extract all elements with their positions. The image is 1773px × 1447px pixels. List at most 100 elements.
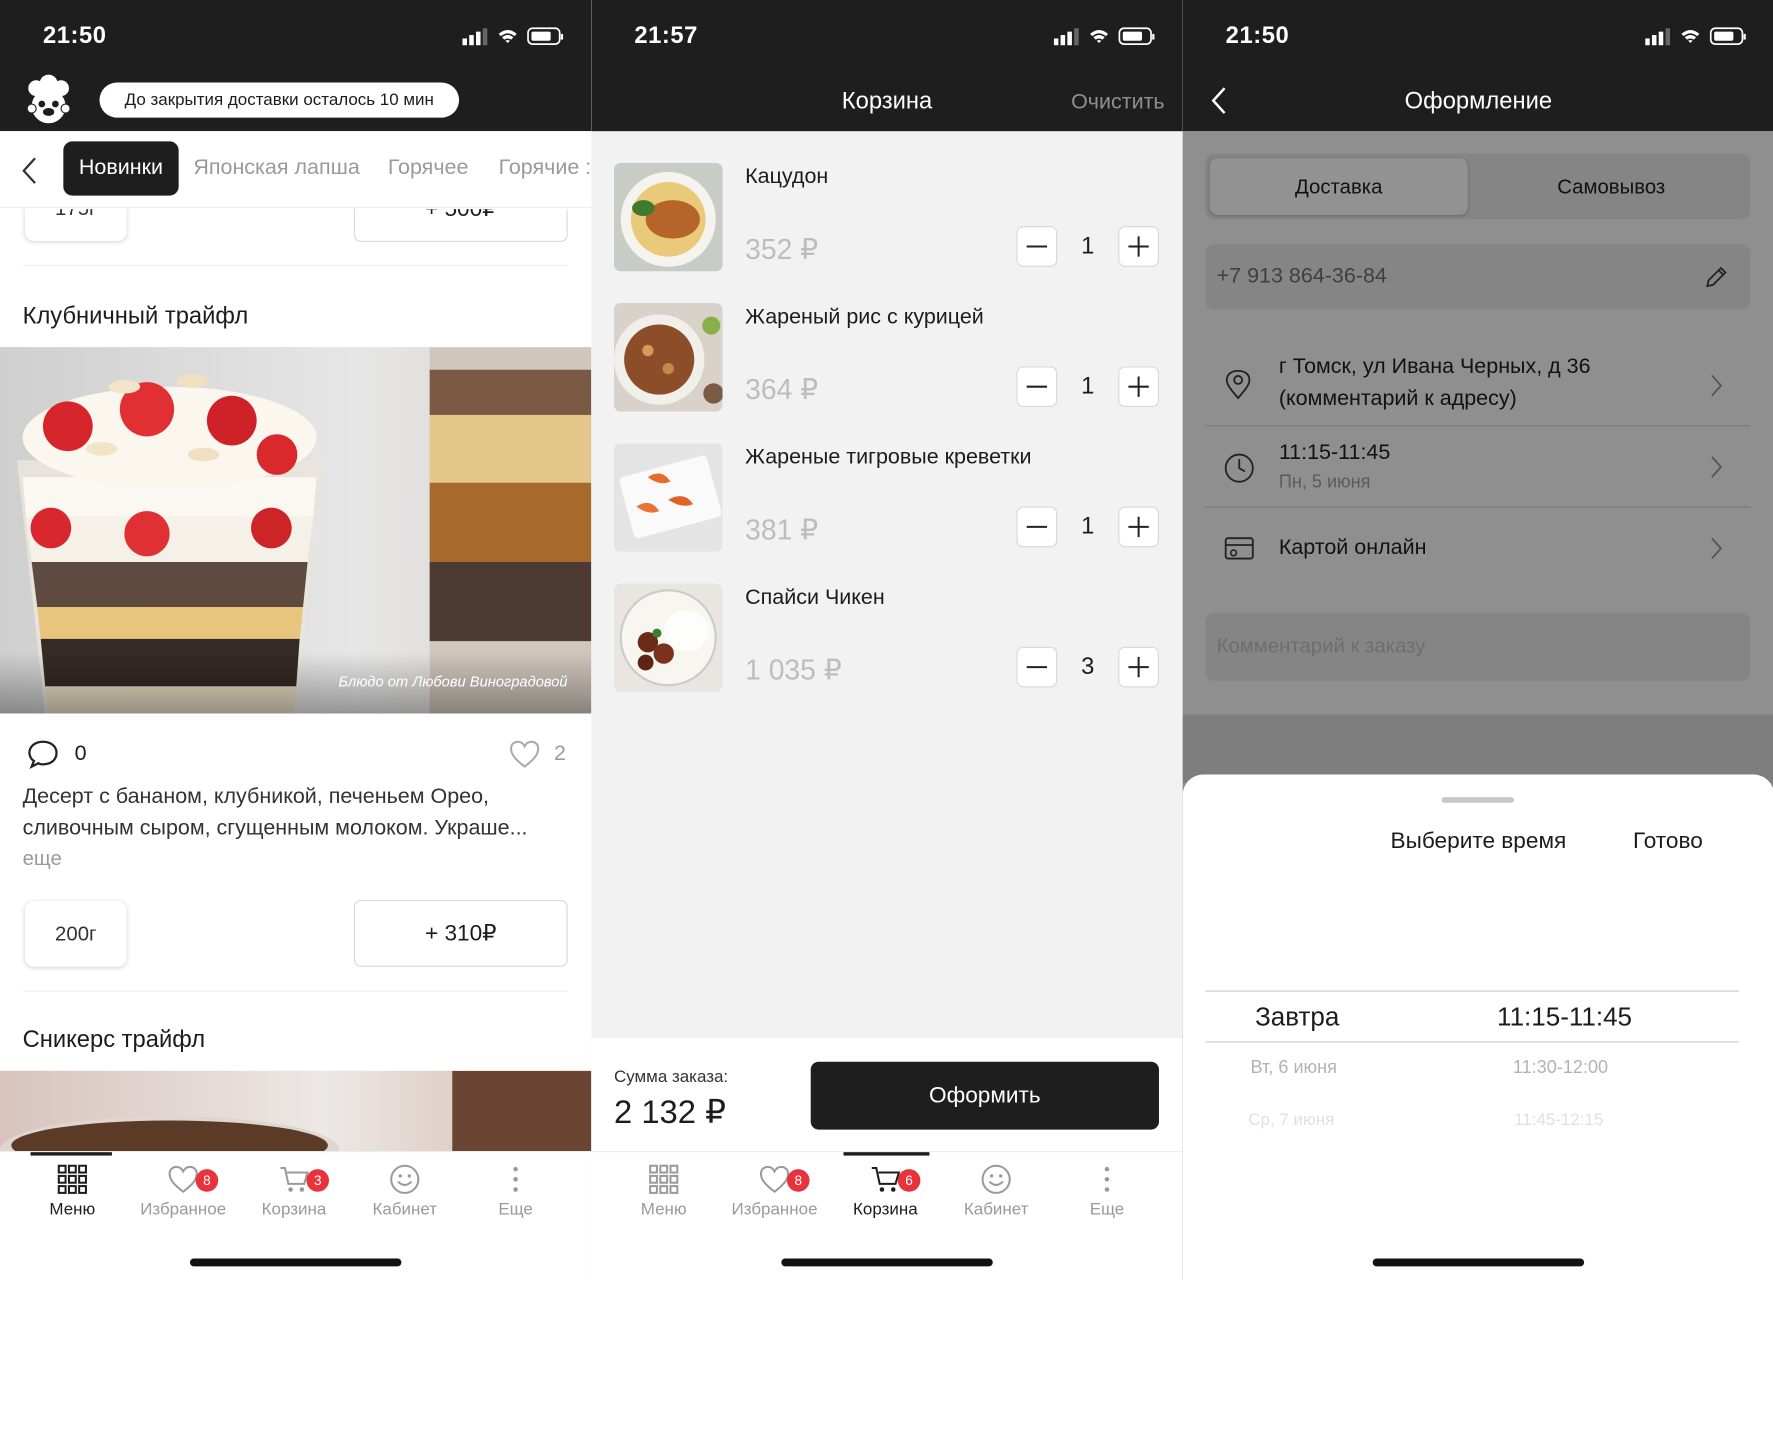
item-name: Жареный рис с курицей [745,305,984,330]
category-tab[interactable]: Горячие : [499,156,592,181]
product-description: Десерт с бананом, клубникой, печеньем Ор… [22,784,528,841]
status-header: 21:50 До закрытия доставки осталось 10 м… [0,0,592,132]
back-chevron-icon[interactable] [20,156,38,185]
product-title: Клубничный трайфл [22,303,249,330]
tab-account[interactable]: Кабинет [349,1163,460,1219]
photo-caption: Блюдо от Любови Виноградовой [338,672,568,690]
home-indicator [189,1258,402,1267]
item-price: 364 ₽ [745,374,819,406]
decrease-button[interactable] [1016,646,1058,688]
increase-button[interactable] [1118,226,1159,267]
tab-more[interactable]: Еще [460,1163,571,1219]
dish-photo-fried-rice[interactable] [613,303,723,412]
status-header: 21:50 Оформление [1182,0,1773,132]
heart-icon[interactable] [509,739,541,768]
item-price: 1 035 ₽ [745,654,842,687]
next-product-photo[interactable] [0,1070,592,1153]
payment-row[interactable]: Картой онлайн [1205,509,1750,588]
cart-badge: 6 [897,1169,921,1192]
product-photo[interactable]: Блюдо от Любови Виноградовой [0,347,592,714]
clear-button[interactable]: Очистить [1071,90,1165,115]
chef-logo-icon[interactable] [23,74,75,125]
time-row[interactable]: 11:15-11:45 Пн, 5 июня [1205,427,1750,506]
increase-button[interactable] [1118,646,1159,688]
tab-cart[interactable]: Корзина 3 [239,1163,350,1219]
decrease-button[interactable] [1016,226,1058,267]
order-footer: Сумма заказа: 2 132 ₽ Оформить [591,1037,1183,1152]
favorites-badge: 8 [786,1169,810,1192]
plus-icon [1128,516,1149,538]
item-qty: 1 [1081,373,1095,400]
tab-account[interactable]: Кабинет [941,1163,1052,1219]
favorites-badge: 8 [195,1169,219,1192]
order-comment-field[interactable]: Комментарий к заказу [1205,612,1751,681]
decrease-button[interactable] [1016,506,1058,548]
category-bar: Новинки Японская лапша Горячее Горячие : [0,131,592,209]
add-to-cart-button[interactable]: + 310₽ [353,900,568,967]
time-picker-sheet: Выберите время Готово Завтра 11:15-11:45… [1182,774,1773,1280]
more-link[interactable]: еще [23,847,62,871]
phone-field[interactable]: +7 913 864-36-84 [1205,244,1751,310]
segment-delivery[interactable]: Доставка [1209,158,1468,215]
tab-menu[interactable]: Меню [608,1163,719,1219]
picker-day[interactable]: Ср, 7 июня [1248,1110,1334,1129]
category-tab[interactable]: Японская лапша [193,156,359,181]
more-dots-icon [1104,1166,1110,1192]
sheet-grabber[interactable] [1441,797,1515,803]
increase-button[interactable] [1118,366,1159,408]
checkout-button[interactable]: Оформить [810,1061,1159,1130]
item-qty: 1 [1081,232,1095,259]
increase-button[interactable] [1118,506,1159,548]
cart-screen: 21:57 Корзина Очистить Кацудон 352 ₽ 1 Ж… [591,0,1183,1280]
tab-label: Корзина [261,1199,327,1219]
comments-count: 0 [74,741,87,766]
plus-icon [1128,656,1149,678]
picker-slot[interactable]: 11:45-12:15 [1514,1110,1603,1129]
smiley-icon [981,1164,1011,1194]
item-price: 381 ₽ [745,514,819,547]
address-line2: (комментарий к адресу) [1278,386,1517,411]
tab-label: Кабинет [372,1199,438,1219]
tab-label: Меню [49,1199,96,1219]
checkout-form: Доставка Самовывоз +7 913 864-36-84 г То… [1182,131,1773,776]
address-row[interactable]: г Томск, ул Ивана Черных, д 36 (коммента… [1205,341,1750,425]
next-product-title: Сникерс трайфл [22,1026,206,1053]
tab-cart[interactable]: Корзина 6 [830,1163,941,1219]
prev-add-button[interactable]: + 500₽ [353,209,568,242]
comment-icon[interactable] [27,739,59,769]
dish-photo-shrimp[interactable] [613,443,723,552]
category-tab-active[interactable]: Новинки [63,141,179,196]
cart-item: Жареные тигровые креветки 381 ₽ 1 [591,412,1182,552]
prev-weight: 175г [24,209,127,241]
item-price: 352 ₽ [745,234,819,266]
picker-slot-selected[interactable]: 11:15-11:45 [1497,1002,1632,1033]
prev-product-controls: 175г + 500₽ [0,209,591,266]
segment-pickup[interactable]: Самовывоз [1477,158,1746,215]
plus-icon [1128,376,1149,397]
done-button[interactable]: Готово [1633,829,1703,855]
dish-photo-spicy-chicken[interactable] [613,583,723,692]
phone-value: +7 913 864-36-84 [1216,264,1387,289]
tab-menu[interactable]: Меню [17,1163,128,1219]
total-label: Сумма заказа: [613,1067,729,1087]
decrease-button[interactable] [1016,366,1058,408]
tab-more[interactable]: Еще [1052,1163,1163,1219]
delivery-segment: Доставка Самовывоз [1205,153,1751,220]
status-time: 21:50 [42,22,107,49]
tab-label: Еще [1089,1199,1125,1219]
tab-favorites[interactable]: Избранное 8 [719,1163,830,1219]
heart-icon [168,1165,198,1194]
total-value: 2 132 ₽ [613,1094,727,1131]
edit-pencil-icon[interactable] [1703,263,1730,290]
picker-day[interactable]: Вт, 6 июня [1251,1058,1337,1078]
chevron-right-icon [1711,456,1723,478]
picker-slot[interactable]: 11:30-12:00 [1513,1058,1608,1078]
dish-photo-katsudon[interactable] [613,162,723,272]
status-icons [1053,27,1155,46]
category-tab[interactable]: Горячее [388,156,469,181]
tab-favorites[interactable]: Избранное 8 [128,1163,239,1219]
picker-day-selected[interactable]: Завтра [1255,1002,1339,1033]
menu-screen: 21:50 До закрытия доставки осталось 10 м… [0,0,592,1280]
tab-label: Избранное [731,1199,818,1219]
cart-item: Кацудон 352 ₽ 1 [591,131,1182,272]
